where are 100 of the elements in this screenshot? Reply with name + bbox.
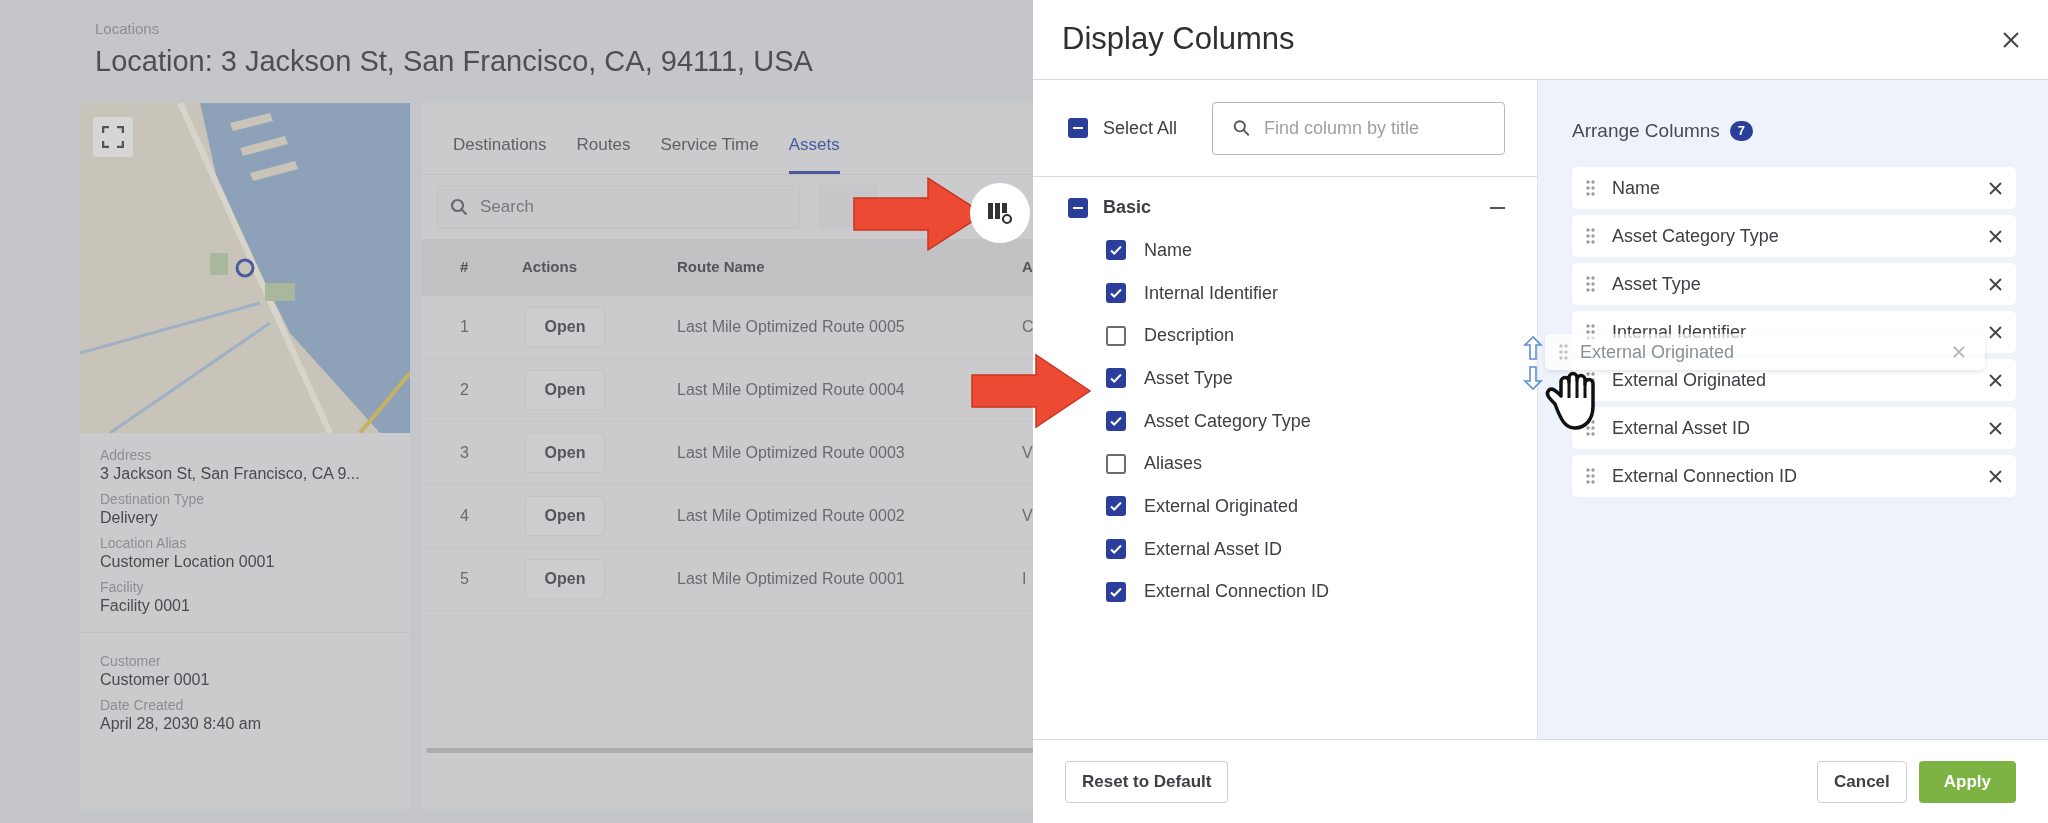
detail-value: Customer 0001 [100,670,211,690]
table-cell-text: Last Mile Optimized Route 0001 [676,569,906,589]
checkbox[interactable] [1106,581,1126,602]
search-icon [450,198,468,216]
table-cell-text: 4 [459,506,470,526]
arrange-item-label: Asset Category Type [1612,224,1779,248]
reset-button[interactable]: Reset to Default [1065,760,1229,803]
open-button[interactable]: Open [525,370,605,410]
column-search-field[interactable]: Find column by title [1212,101,1505,155]
tab[interactable]: Routes [576,131,631,174]
group-label: Basic [1103,196,1152,219]
checkbox[interactable] [1106,411,1126,432]
table-cell-text: Last Mile Optimized Route 0004 [676,380,906,400]
check-icon [1109,499,1123,514]
checkbox-label: External Connection ID [1144,580,1330,604]
table-cell-text: Last Mile Optimized Route 0005 [676,317,906,337]
remove-icon[interactable] [1989,229,2002,243]
checkbox-label: Name [1144,238,1192,262]
arrange-item[interactable]: Asset Category Type [1572,215,2016,257]
search-field[interactable]: Search [437,185,800,229]
arrange-title: Arrange Columns [1572,118,1720,143]
checkbox[interactable] [1106,496,1126,517]
detail-label: Customer [100,653,162,670]
search-input[interactable]: Search [480,194,760,220]
fullscreen-button[interactable] [93,117,133,157]
count-badge: 7 [1729,121,1754,141]
checkbox-label: Aliases [1144,452,1203,476]
open-button[interactable]: Open [525,307,605,347]
checkbox[interactable] [1106,283,1126,304]
table-cell-text: Last Mile Optimized Route 0002 [676,506,906,526]
detail-value: April 28, 2030 8:40 am [100,714,262,734]
open-button[interactable]: Open [525,433,605,473]
drag-handle-icon[interactable] [1586,276,1595,292]
fullscreen-icon [102,126,124,148]
detail-label: Date Created [100,697,185,714]
arrange-item-label: External Connection ID [1612,464,1798,488]
tab[interactable]: Service Time [660,131,759,174]
remove-icon[interactable] [1989,421,2002,435]
remove-icon[interactable] [1989,469,2002,483]
remove-icon[interactable] [1989,277,2002,291]
column-settings-icon [987,201,1013,225]
table-cell-text: 5 [459,569,470,589]
remove-icon[interactable] [1989,373,2002,387]
checkbox[interactable] [1106,325,1126,346]
arrange-item[interactable]: External Asset ID [1572,407,2016,449]
column-search-input[interactable]: Find column by title [1264,114,1484,142]
drag-handle-icon[interactable] [1586,228,1595,244]
open-button[interactable]: Open [525,559,605,599]
remove-icon[interactable] [1989,325,2002,339]
arrange-item-label: Asset Type [1612,272,1701,296]
checkbox-label: Description [1144,324,1235,348]
column-header: # [459,257,470,278]
detail-label: Location Alias [100,535,188,552]
checkbox-label: Asset Type [1144,366,1233,390]
detail-value: Customer Location 0001 [100,552,276,572]
drag-handle-icon[interactable] [1559,344,1568,360]
detail-label: Destination Type [100,491,206,508]
detail-value: 3 Jackson St, San Francisco, CA 9... [100,464,361,484]
column-header: A [1021,257,1033,278]
check-icon [1109,371,1123,386]
drag-handle-icon[interactable] [1586,180,1595,196]
tab[interactable]: Destinations [453,131,547,174]
table-cell-text: Last Mile Optimized Route 0003 [676,443,906,463]
remove-icon[interactable] [1989,181,2002,195]
detail-label: Address [100,447,153,464]
scrollbar[interactable] [426,748,1033,753]
tab[interactable]: Assets [788,131,840,174]
dialog-title: Display Columns [1062,20,1295,59]
checkbox[interactable] [1106,240,1126,261]
arrange-item-label: External Asset ID [1612,416,1751,440]
table-cell-text: V [1021,443,1033,463]
drag-handle-icon[interactable] [1586,468,1595,484]
checkbox-label: External Originated [1144,494,1299,518]
arrange-item[interactable]: External Connection ID [1572,455,2016,497]
checkbox[interactable] [1106,539,1126,560]
table-cell-text: I [1021,569,1028,589]
checkbox[interactable] [1106,368,1126,389]
apply-button[interactable]: Apply [1918,760,2016,803]
checkbox-label: Select All [1103,116,1178,140]
arrange-item-label: External Originated [1612,368,1767,392]
check-icon [1109,414,1123,429]
column-header: Route Name [676,257,766,278]
checkbox[interactable] [1106,453,1126,474]
close-icon[interactable] [2002,30,2020,49]
check-icon [1109,542,1123,557]
detail-value: Delivery [100,508,159,528]
checkbox-label: Asset Category Type [1144,409,1311,433]
checkbox[interactable] [1068,118,1088,138]
search-icon [1233,118,1250,138]
up-down-arrows-icon [1522,335,1544,391]
open-button[interactable]: Open [525,496,605,536]
cancel-button[interactable]: Cancel [1817,760,1907,803]
arrange-item[interactable]: Name [1572,167,2016,209]
column-header: Actions [521,257,578,278]
table-cell-text: C [1021,317,1033,337]
page-title: Location: 3 Jackson St, San Francisco, CA, 94111, USA [95,43,814,79]
table-cell-text: 2 [459,380,470,400]
drag-handle-icon[interactable] [1586,420,1595,436]
checkbox[interactable] [1068,197,1088,218]
arrange-item[interactable]: Asset Type [1572,263,2016,305]
